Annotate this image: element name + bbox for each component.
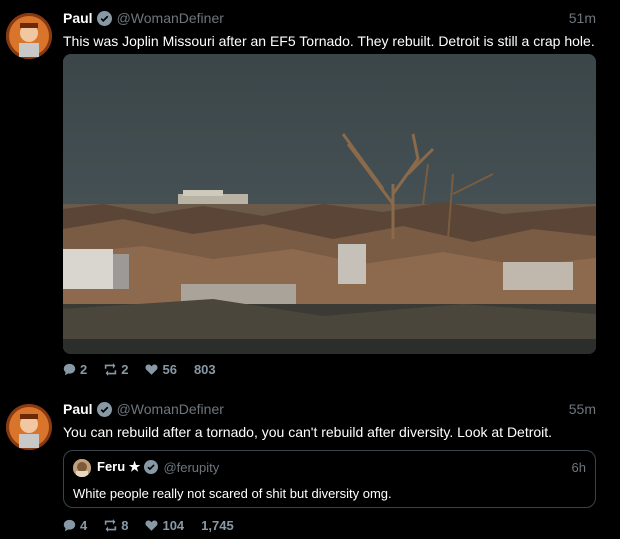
author-name[interactable]: Paul xyxy=(63,401,93,417)
verified-icon xyxy=(96,10,112,26)
quoted-author-name[interactable]: Feru ★ xyxy=(97,459,140,475)
reply-count: 4 xyxy=(80,518,88,533)
verified-icon xyxy=(144,460,159,474)
like-button[interactable]: 104 xyxy=(145,518,184,533)
reply-icon xyxy=(63,519,76,532)
reply-button[interactable]: 2 xyxy=(63,362,87,377)
view-count-value: 803 xyxy=(193,362,216,377)
retweet-button[interactable]: 2 xyxy=(104,362,128,377)
retweet-count: 2 xyxy=(121,362,129,377)
quoted-tweet-text: White people really not scared of shit b… xyxy=(73,486,392,501)
author-avatar[interactable] xyxy=(6,13,52,59)
quoted-tweet-time[interactable]: 6h xyxy=(572,460,586,475)
like-count: 104 xyxy=(162,518,185,533)
author-name[interactable]: Paul xyxy=(63,10,93,26)
tweet-photo[interactable] xyxy=(63,54,596,354)
tweet-text: You can rebuild after a tornado, you can… xyxy=(63,424,553,440)
author-handle[interactable]: @WomanDefiner xyxy=(117,10,224,26)
like-count: 56 xyxy=(162,362,177,377)
reply-icon xyxy=(63,363,76,376)
tweet-text: This was Joplin Missouri after an EF5 To… xyxy=(63,33,595,49)
view-count: 1,745 xyxy=(201,518,234,533)
like-button[interactable]: 56 xyxy=(145,362,177,377)
verified-icon xyxy=(96,401,112,417)
tweet-time[interactable]: 55m xyxy=(569,401,596,417)
author-avatar[interactable] xyxy=(6,404,52,450)
tweet-time[interactable]: 51m xyxy=(569,10,596,26)
quoted-tweet[interactable]: Feru ★ @ferupity 6h White people really … xyxy=(63,450,596,508)
retweet-icon xyxy=(105,519,117,532)
retweet-icon xyxy=(105,363,117,376)
author-handle[interactable]: @WomanDefiner xyxy=(117,401,224,417)
quoted-author-handle[interactable]: @ferupity xyxy=(163,460,219,475)
view-count-value: 1,745 xyxy=(201,518,234,533)
reply-count: 2 xyxy=(80,362,88,377)
retweet-count: 8 xyxy=(121,518,129,533)
heart-icon xyxy=(145,520,159,531)
reply-button[interactable]: 4 xyxy=(63,518,87,533)
view-count: 803 xyxy=(194,362,216,377)
retweet-button[interactable]: 8 xyxy=(104,518,128,533)
quoted-author-avatar[interactable] xyxy=(73,459,91,477)
heart-icon xyxy=(145,364,159,375)
